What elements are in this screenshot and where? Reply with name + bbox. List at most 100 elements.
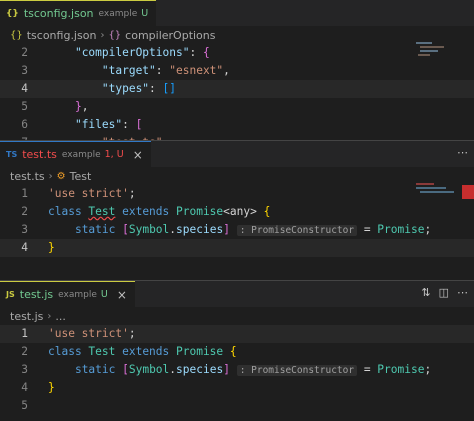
code-token: ; [424,363,432,376]
tab-bar: JS test.js example U × ⇅ ◫ ⋯ [0,281,474,307]
code-token: Symbol [128,223,170,236]
line-text: class Test extends Promise<any> { [48,203,270,221]
code-line[interactable]: 1 'use strict'; [0,325,474,343]
tab-description: example [58,289,97,300]
code-token: ; [128,187,136,200]
line-text: "types": [] [48,80,176,98]
code-token: species [176,363,224,376]
class-symbol-icon: ⚙ [56,170,66,182]
gutter [38,325,48,343]
code-token: class [48,205,89,218]
line-number: 6 [21,118,28,131]
breadcrumb-item-file[interactable]: test.js [10,310,43,323]
line-number: 3 [21,363,28,376]
error-scroll-marker [462,185,474,199]
code-token: class [48,345,89,358]
tab-filename: test.js [19,288,54,301]
breadcrumb-item-symbol[interactable]: ... [55,310,66,323]
tab-tsconfig-json[interactable]: {} tsconfig.json example U [0,0,157,26]
tab-test-ts[interactable]: TS test.ts example 1, U × [0,141,151,167]
code-token: "compilerOptions" [74,46,190,59]
code-token: Test [88,345,116,358]
tab-test-js[interactable]: JS test.js example U × [0,281,135,307]
breadcrumb-item-file[interactable]: test.ts [10,170,45,183]
editor-pane-tsconfig: {} tsconfig.json example U {} tsconfig.j… [0,0,474,140]
tab-bar: {} tsconfig.json example U [0,0,474,26]
more-icon[interactable]: ⋯ [457,286,468,299]
line-text: class Test extends Promise { [48,343,237,361]
inlay-hint: : PromiseConstructor [236,365,358,376]
json-file-icon: {} [10,29,23,41]
code-token: extends [115,345,176,358]
code-token: Promise [377,223,425,236]
code-line[interactable]: 2 class Test extends Promise<any> { [0,203,474,221]
line-number: 2 [21,205,28,218]
minimap[interactable] [414,40,460,60]
code-line[interactable]: 3 static [Symbol.species] : PromiseConst… [0,221,474,239]
breadcrumb-item-symbol[interactable]: Test [70,170,92,183]
gutter [38,379,48,397]
close-icon[interactable]: × [133,148,143,162]
gutter [38,185,48,203]
code-editor[interactable]: 1 'use strict'; 2 class Test extends Promis… [0,325,474,415]
code-line[interactable]: 1 'use strict'; [0,185,474,203]
line-text: }, [48,98,89,116]
line-number: 1 [21,187,28,200]
inlay-hint: : PromiseConstructor [236,225,358,236]
code-line[interactable]: 5 }, [0,98,474,116]
code-token: [ [122,223,129,236]
chevron-right-icon: › [47,310,52,322]
close-icon[interactable]: × [117,288,127,302]
code-line[interactable]: 3 static [Symbol.species] : PromiseConst… [0,361,474,379]
code-line[interactable]: 2 class Test extends Promise { [0,343,474,361]
minimap[interactable] [414,181,460,201]
code-editor[interactable]: 1 'use strict'; 2 class Test extends Promis… [0,185,474,257]
line-text: static [Symbol.species] : PromiseConstru… [48,221,431,239]
code-token: 'use strict' [48,327,129,340]
chevron-right-icon: › [48,170,53,182]
line-number: 1 [21,327,28,340]
line-text: static [Symbol.species] : PromiseConstru… [48,361,431,379]
line-text: } [48,239,55,257]
code-token: { [256,205,271,218]
code-line[interactable]: 3 "target": "esnext", [0,62,474,80]
code-token: = [357,363,378,376]
code-token: { [223,345,237,358]
breadcrumb-item-symbol[interactable]: compilerOptions [125,29,215,42]
code-token: "esnext" [169,64,224,77]
gutter [38,343,48,361]
code-token: ; [424,223,432,236]
code-token: [ [122,363,129,376]
tab-filename: tsconfig.json [23,7,94,20]
line-text: } [48,379,55,397]
code-token: extends [115,205,176,218]
code-line[interactable]: 4 "types": [] [0,80,474,98]
code-line[interactable]: 4} [0,239,474,257]
code-token: Symbol [128,363,170,376]
code-line[interactable]: 4} [0,379,474,397]
typescript-file-icon: TS [6,150,18,159]
code-line[interactable]: 6 "files": [ [0,116,474,134]
code-token: , [81,100,89,113]
problems-status-badge: 1, U [104,149,124,160]
code-line[interactable]: 5 [0,397,474,415]
line-number: 5 [21,399,28,412]
breadcrumb-item-file[interactable]: tsconfig.json [27,29,97,42]
code-editor[interactable]: 2 "compilerOptions": {3 "target": "esnex… [0,44,474,140]
code-token: <any> [223,205,257,218]
compare-icon[interactable]: ⇅ [421,286,430,299]
code-token: ] [223,223,230,236]
split-editor-icon[interactable]: ◫ [439,286,449,299]
json-file-icon: {} [6,8,19,19]
more-icon[interactable]: ⋯ [457,146,468,159]
chevron-right-icon: › [100,29,105,41]
code-token: Test [88,205,116,218]
breadcrumb: test.js › ... [0,307,474,325]
git-status-badge: U [100,289,108,300]
code-line[interactable]: 2 "compilerOptions": { [0,44,474,62]
